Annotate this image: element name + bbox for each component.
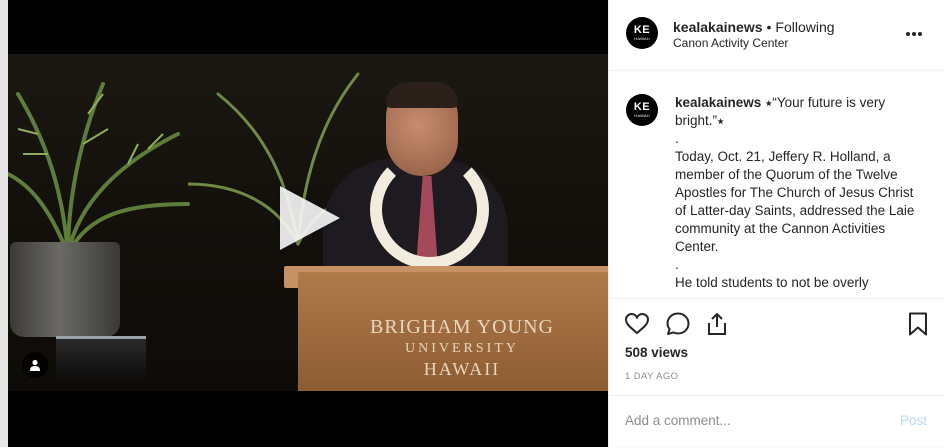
page-edge bbox=[0, 0, 8, 447]
bookmark-icon[interactable] bbox=[905, 311, 931, 337]
header-user-line: kealakainews • Following bbox=[673, 19, 835, 35]
caption-line-4: . bbox=[675, 257, 679, 272]
heart-icon[interactable] bbox=[624, 311, 650, 337]
avatar-initials: KE bbox=[633, 24, 651, 36]
caption-section: KE HAWAII kealakainews ⭑“Your future is … bbox=[609, 71, 944, 298]
post-comment-button[interactable]: Post bbox=[900, 413, 927, 428]
more-options-icon[interactable] bbox=[905, 31, 923, 37]
action-bar bbox=[609, 298, 944, 349]
comment-input[interactable]: Add a comment... bbox=[625, 413, 731, 428]
podium-line-1: BRIGHAM YOUNG bbox=[370, 316, 554, 338]
avatar-subtext: HAWAII bbox=[634, 36, 650, 41]
plant-pot bbox=[10, 242, 120, 337]
user-tag-icon[interactable] bbox=[22, 352, 48, 378]
post-header: KE HAWAII kealakainews • Following Canon A… bbox=[609, 0, 944, 71]
post-timestamp[interactable]: 1 DAY AGO bbox=[625, 371, 678, 382]
location-link[interactable]: Canon Activity Center bbox=[673, 36, 788, 50]
caption-username-link[interactable]: kealakainews bbox=[675, 95, 761, 110]
username-link[interactable]: kealakainews bbox=[673, 19, 763, 35]
stage-light bbox=[56, 336, 146, 379]
view-count[interactable]: 508 views bbox=[625, 345, 688, 360]
play-icon[interactable] bbox=[280, 186, 340, 250]
speaker-hair bbox=[386, 82, 458, 108]
avatar-initials: KE bbox=[633, 101, 651, 113]
podium-lettering: BRIGHAM YOUNG UNIVERSITY HAWAII bbox=[312, 316, 608, 380]
podium-line-3: HAWAII bbox=[423, 359, 501, 379]
comment-icon[interactable] bbox=[665, 311, 691, 337]
separator-dot: • bbox=[766, 19, 772, 35]
video-player[interactable]: BRIGHAM YOUNG UNIVERSITY HAWAII bbox=[8, 0, 608, 447]
caption-text: kealakainews ⭑“Your future is very brigh… bbox=[675, 94, 915, 292]
following-button[interactable]: Following bbox=[775, 19, 834, 35]
post-side-panel: KE HAWAII kealakainews • Following Canon A… bbox=[608, 0, 944, 447]
podium-line-2: UNIVERSITY bbox=[405, 341, 519, 356]
caption-avatar[interactable]: KE HAWAII bbox=[626, 94, 658, 126]
avatar-subtext: HAWAII bbox=[634, 113, 650, 118]
comment-form: Add a comment... Post bbox=[609, 395, 944, 448]
caption-line-3: Today, Oct. 21, Jeffery R. Holland, a me… bbox=[675, 149, 915, 254]
avatar[interactable]: KE HAWAII bbox=[626, 17, 658, 49]
caption-line-2: . bbox=[675, 131, 679, 146]
caption-line-5: He told students to not be overly bbox=[675, 275, 869, 290]
share-icon[interactable] bbox=[704, 311, 730, 337]
palm-plant-left bbox=[8, 82, 190, 256]
